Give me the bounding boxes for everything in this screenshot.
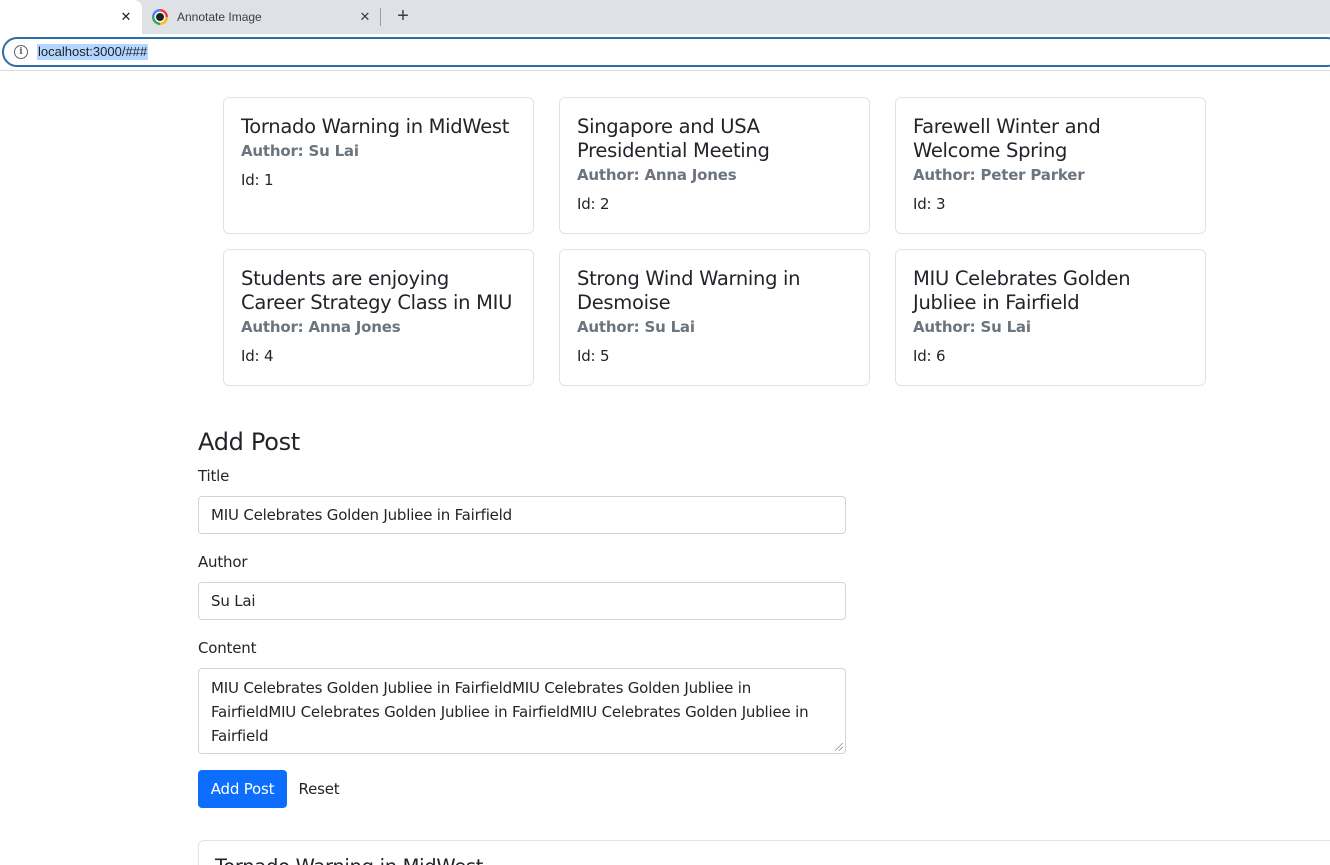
- post-title: Singapore and USA Presidential Meeting: [577, 115, 770, 162]
- post-id: Id: 2: [577, 195, 610, 213]
- close-tab-icon[interactable]: ✕: [118, 9, 134, 25]
- post-title: MIU Celebrates Golden Jubliee in Fairfie…: [913, 267, 1131, 314]
- post-card[interactable]: Strong Wind Warning in Desmoise Author: …: [559, 249, 870, 386]
- site-info-icon[interactable]: i: [14, 45, 28, 59]
- tab-title: Annotate Image: [177, 10, 262, 24]
- post-id: Id: 5: [577, 347, 610, 365]
- browser-toolbar: i localhost:3000/###: [0, 34, 1330, 71]
- post-id: Id: 1: [241, 171, 274, 189]
- post-title: Strong Wind Warning in Desmoise: [577, 267, 801, 314]
- post-id: Id: 4: [241, 347, 274, 365]
- content-label: Content: [198, 639, 257, 657]
- post-title: Tornado Warning in MidWest: [241, 115, 510, 138]
- post-title: Farewell Winter and Welcome Spring: [913, 115, 1101, 162]
- close-tab-icon[interactable]: ✕: [357, 9, 373, 25]
- tab-annotate-image[interactable]: Annotate Image ✕: [142, 0, 380, 34]
- content-text: MIU Celebrates Golden Jubliee in Fairfie…: [211, 679, 809, 745]
- post-author: Author: Su Lai: [913, 318, 1031, 336]
- url-text[interactable]: localhost:3000/###: [37, 44, 149, 60]
- add-post-heading: Add Post: [198, 428, 300, 456]
- tab-current[interactable]: ✕: [0, 0, 142, 34]
- post-author: Author: Su Lai: [577, 318, 695, 336]
- author-input[interactable]: Su Lai: [198, 582, 846, 620]
- post-card[interactable]: Farewell Winter and Welcome Spring Autho…: [895, 97, 1206, 234]
- tab-strip: ✕ Annotate Image ✕ +: [0, 0, 1330, 34]
- address-bar[interactable]: i localhost:3000/###: [2, 37, 1330, 67]
- tab-separator: [380, 8, 381, 26]
- page-content: Tornado Warning in MidWest Author: Su La…: [0, 71, 1330, 865]
- post-card[interactable]: MIU Celebrates Golden Jubliee in Fairfie…: [895, 249, 1206, 386]
- add-post-button[interactable]: Add Post: [198, 770, 287, 808]
- reset-button[interactable]: Reset: [290, 770, 348, 808]
- post-author: Author: Anna Jones: [577, 166, 737, 184]
- post-detail-title: Tornado Warning in MidWest: [215, 855, 1321, 865]
- title-input[interactable]: MIU Celebrates Golden Jubliee in Fairfie…: [198, 496, 846, 534]
- author-label: Author: [198, 553, 248, 571]
- title-label: Title: [198, 467, 230, 485]
- post-card[interactable]: Singapore and USA Presidential Meeting A…: [559, 97, 870, 234]
- post-title: Students are enjoying Career Strategy Cl…: [241, 267, 513, 314]
- post-author: Author: Peter Parker: [913, 166, 1085, 184]
- post-author: Author: Su Lai: [241, 142, 359, 160]
- post-author: Author: Anna Jones: [241, 318, 401, 336]
- resize-grip-icon[interactable]: [835, 743, 843, 751]
- post-id: Id: 3: [913, 195, 946, 213]
- post-detail-card: Tornado Warning in MidWest: [198, 840, 1330, 865]
- new-tab-button[interactable]: +: [393, 6, 413, 26]
- favicon-icon: [152, 9, 168, 25]
- post-card[interactable]: Students are enjoying Career Strategy Cl…: [223, 249, 534, 386]
- post-id: Id: 6: [913, 347, 946, 365]
- post-card[interactable]: Tornado Warning in MidWest Author: Su La…: [223, 97, 534, 234]
- content-textarea[interactable]: MIU Celebrates Golden Jubliee in Fairfie…: [198, 668, 846, 754]
